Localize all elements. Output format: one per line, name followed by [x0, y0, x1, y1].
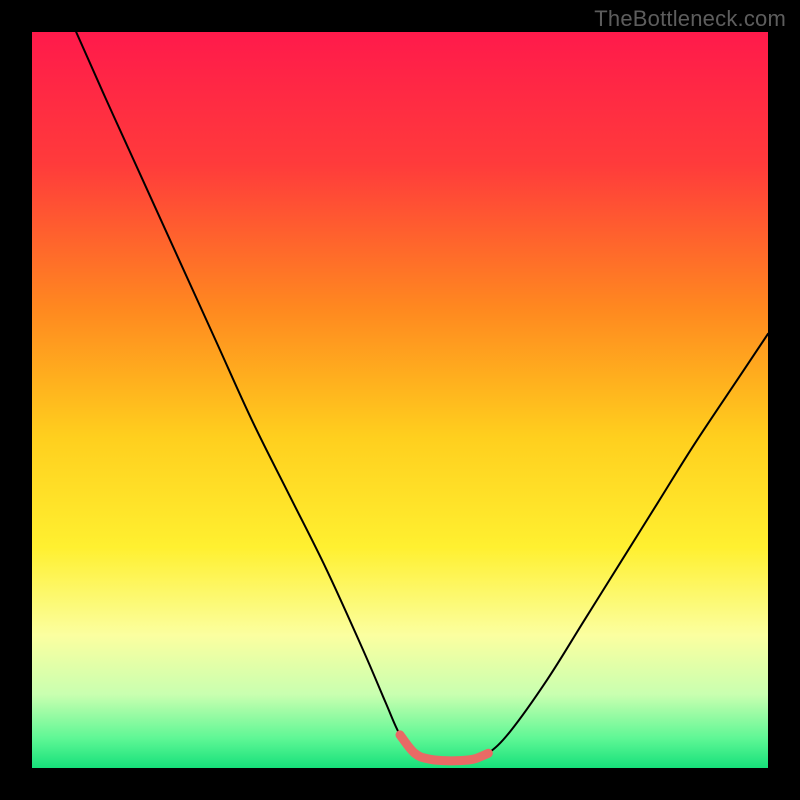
chart-frame: TheBottleneck.com — [0, 0, 800, 800]
gradient-background — [32, 32, 768, 768]
chart-svg — [32, 32, 768, 768]
watermark-text: TheBottleneck.com — [594, 6, 786, 32]
plot-area — [32, 32, 768, 768]
